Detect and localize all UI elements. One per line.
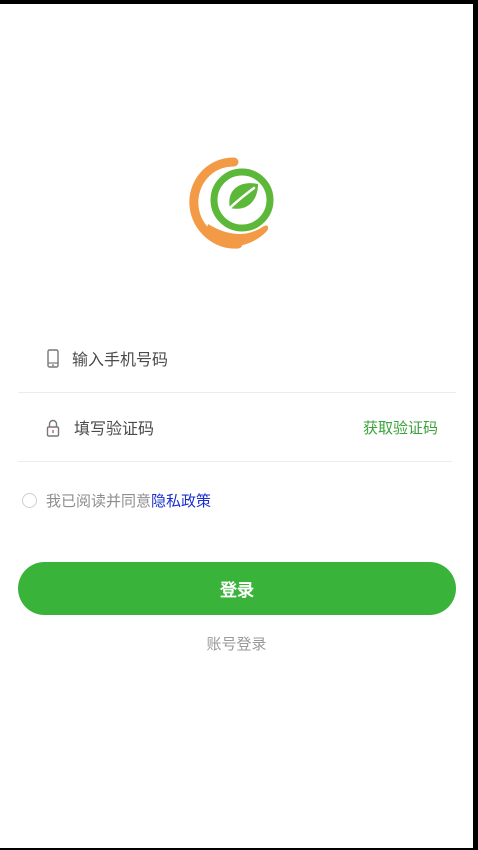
privacy-policy-link[interactable]: 隐私政策 [151,490,211,511]
agree-text: 我已阅读并同意 [46,491,152,510]
lock-icon [45,417,61,439]
code-field-row: 获取验证码 [18,395,452,462]
login-button[interactable]: 登录 [18,562,456,615]
phone-input[interactable] [72,346,342,372]
verification-code-input[interactable] [74,415,344,441]
phone-icon [45,348,61,370]
get-code-button[interactable]: 获取验证码 [363,417,438,438]
leaf-in-hand-logo [186,154,286,254]
account-login-link[interactable]: 账号登录 [0,633,473,654]
agree-radio[interactable] [22,492,37,508]
login-screen: 获取验证码 我已阅读并同意隐私政策 登录 账号登录 [0,4,473,848]
agreement-row: 我已阅读并同意 隐私政策 [22,488,211,512]
phone-field-row [18,326,456,393]
